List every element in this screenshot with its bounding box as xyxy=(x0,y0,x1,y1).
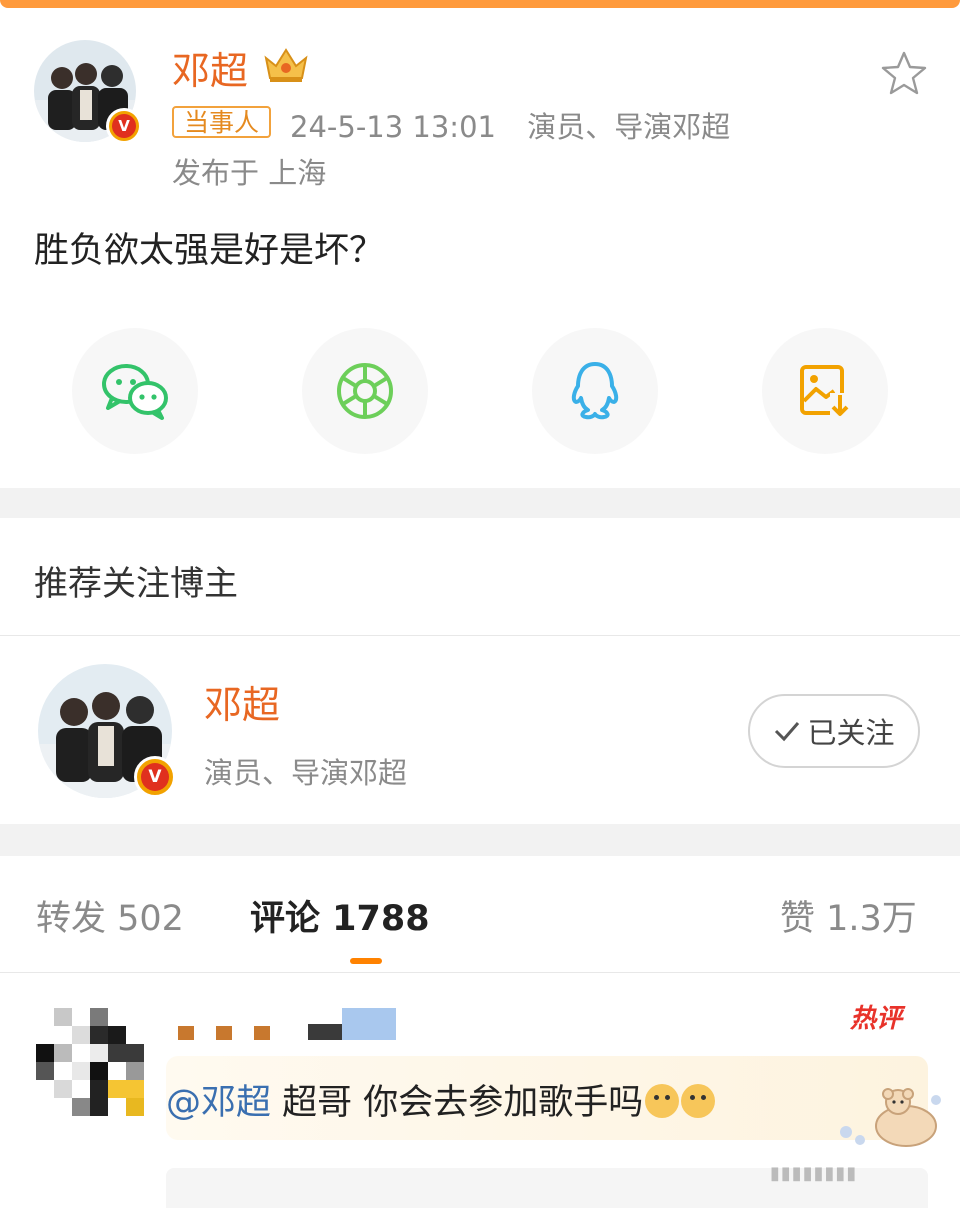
comment-text: @邓超 超哥 你会去参加歌手吗 xyxy=(166,1074,716,1125)
moments-icon xyxy=(337,363,393,419)
tab-repost[interactable]: 转发 502 xyxy=(36,890,184,941)
check-icon xyxy=(775,722,800,742)
comment-avatar[interactable] xyxy=(36,1008,144,1116)
wechat-icon xyxy=(102,364,168,420)
qq-icon xyxy=(571,362,619,420)
divider xyxy=(0,972,960,973)
doge-emoji-icon xyxy=(645,1084,680,1118)
recommend-description: 演员、导演邓超 xyxy=(204,756,408,790)
watermark: ▮▮▮▮▮▮▮▮ xyxy=(770,1163,858,1184)
post-avatar[interactable]: V xyxy=(34,40,142,144)
recommend-username[interactable]: 邓超 xyxy=(204,674,280,729)
post-username[interactable]: 邓超 xyxy=(172,40,248,95)
comment-body: 超哥 你会去参加歌手吗 xyxy=(271,1083,644,1123)
divider xyxy=(0,635,960,636)
verified-badge: V xyxy=(134,756,176,798)
verified-title: 演员、导演邓超 xyxy=(527,110,731,144)
mention-link[interactable]: @邓超 xyxy=(166,1083,271,1123)
hot-comment-badge: 热评 xyxy=(850,1004,903,1034)
post-meta: 24-5-13 13:01 演员、导演邓超 xyxy=(290,104,730,146)
doge-emoji-icon xyxy=(681,1084,716,1118)
top-accent-bar xyxy=(0,0,960,8)
recommend-avatar[interactable]: V xyxy=(38,664,176,798)
favorite-star-icon[interactable] xyxy=(880,50,928,96)
status-badge: 当事人 xyxy=(172,106,272,138)
followed-button[interactable]: 已关注 xyxy=(748,694,920,768)
share-wechat-button[interactable] xyxy=(72,328,198,454)
section-gap xyxy=(0,824,960,856)
verified-badge: V xyxy=(106,108,142,144)
post-text: 胜负欲太强是好是坏？ xyxy=(34,231,385,271)
comment-username-redacted[interactable] xyxy=(178,1008,398,1042)
share-moments-button[interactable] xyxy=(302,328,428,454)
share-qq-button[interactable] xyxy=(532,328,658,454)
recommend-title: 推荐关注博主 xyxy=(34,564,238,604)
tab-indicator xyxy=(350,958,382,964)
post-time: 24-5-13 13:01 xyxy=(290,110,496,144)
bear-sticker-icon xyxy=(840,1088,941,1147)
tab-like[interactable]: 赞 1.3万 xyxy=(780,890,917,941)
followed-label: 已关注 xyxy=(807,716,895,750)
tab-comment[interactable]: 评论 1788 xyxy=(250,890,430,941)
save-image-icon xyxy=(800,365,850,417)
save-image-button[interactable] xyxy=(762,328,888,454)
post-location: 发布于 上海 xyxy=(172,156,327,190)
section-gap xyxy=(0,488,960,518)
crown-icon xyxy=(264,48,308,82)
